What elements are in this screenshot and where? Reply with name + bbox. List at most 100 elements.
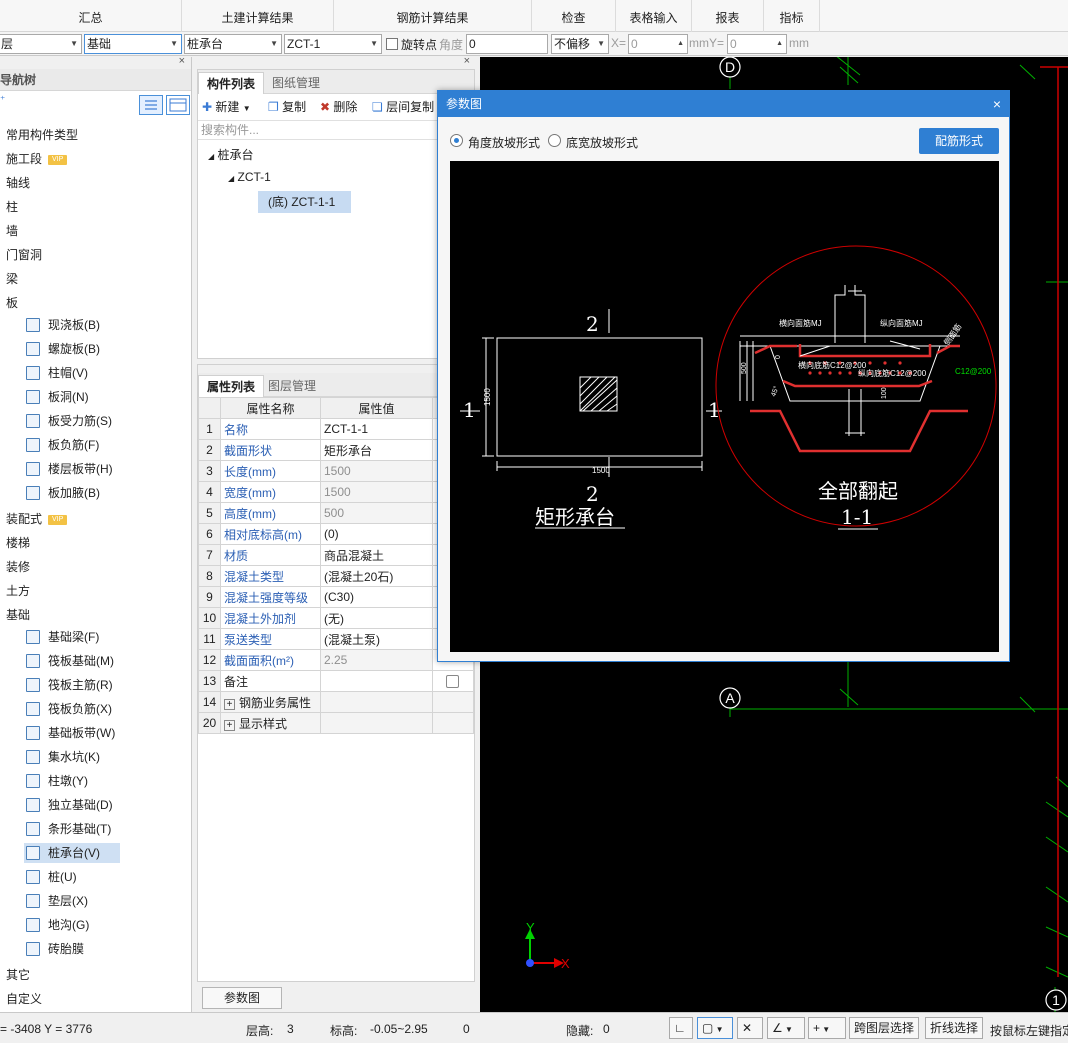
tab-layer-management[interactable]: 图层管理 — [260, 375, 324, 397]
nav-sub-pier[interactable]: 柱墩(Y) — [24, 771, 88, 791]
nav-sub-slab-neg-rebar[interactable]: 板负筋(F) — [24, 435, 99, 455]
expand-plus-icon[interactable]: + — [224, 719, 235, 731]
tree-leaf-selected[interactable]: (底) ZCT-1-1 — [258, 191, 351, 213]
tree-child[interactable]: ◢ ZCT-1 — [228, 170, 271, 184]
menu-rebar-results[interactable]: 钢筋计算结果 — [334, 0, 532, 32]
table-row[interactable]: 3 长度(mm) 1500 — [198, 460, 474, 482]
copy-button[interactable]: ❐ 复制 — [268, 96, 306, 118]
table-row[interactable]: 11 泵送类型 (混凝土泵) — [198, 628, 474, 650]
nav-item-wall[interactable]: 墙 — [6, 222, 18, 239]
cross-icon[interactable]: ✕ — [737, 1017, 763, 1039]
nav-sub-brick-mold[interactable]: 砖胎膜 — [24, 939, 84, 959]
nav-item-custom[interactable]: 自定义 — [6, 990, 42, 1007]
nav-item-construction-stage[interactable]: 施工段 VIP — [6, 150, 68, 167]
table-row[interactable]: 7 材质 商品混凝土 — [198, 544, 474, 566]
menu-report[interactable]: 报表 — [692, 0, 764, 32]
table-row[interactable]: 9 混凝土强度等级 (C30) — [198, 586, 474, 608]
nav-sub-column-cap[interactable]: 柱帽(V) — [24, 363, 88, 383]
prop-value[interactable] — [320, 670, 433, 692]
nav-sub-cast-slab[interactable]: 现浇板(B) — [24, 315, 100, 335]
component-select[interactable]: ZCT-1 ▼ — [284, 34, 382, 54]
table-row[interactable]: 12 截面面积(m²) 2.25 — [198, 649, 474, 671]
nav-sub-raft-main[interactable]: 筏板主筋(R) — [24, 675, 113, 695]
radio-angle-slope[interactable] — [450, 134, 463, 147]
prop-value[interactable]: 商品混凝土 — [320, 544, 433, 566]
table-row[interactable]: 6 相对底标高(m) (0) — [198, 523, 474, 545]
floor-copy-button[interactable]: ❏ 层间复制 — [372, 96, 434, 118]
close-icon[interactable]: × — [464, 55, 470, 67]
nav-item-earthwork[interactable]: 土方 — [6, 582, 30, 599]
menu-civil-results[interactable]: 土建计算结果 — [182, 0, 334, 32]
nav-sub-cushion[interactable]: 垫层(X) — [24, 891, 88, 911]
detail-view-icon[interactable] — [166, 95, 190, 115]
prop-value[interactable]: ZCT-1-1 — [320, 418, 433, 440]
prop-value[interactable]: 矩形承台 — [320, 439, 433, 461]
type-select[interactable]: 桩承台 ▼ — [184, 34, 282, 54]
cross-floor-select-button[interactable]: 跨图层选择 — [849, 1017, 920, 1039]
nav-sub-foundation-beam[interactable]: 基础梁(F) — [24, 627, 99, 647]
menu-check[interactable]: 检查 — [532, 0, 616, 32]
close-icon[interactable]: × — [993, 91, 1001, 117]
tab-properties[interactable]: 属性列表 — [198, 375, 265, 397]
radio-width-slope[interactable] — [548, 134, 561, 147]
new-button[interactable]: ✚ 新建 ▼ — [202, 96, 251, 120]
prop-group[interactable]: + 钢筋业务属性 — [220, 691, 321, 713]
nav-item-axis[interactable]: 轴线 — [6, 174, 30, 191]
nav-sub-slab-hole[interactable]: 板洞(N) — [24, 387, 89, 407]
menu-summary[interactable]: 汇总 — [0, 0, 182, 32]
nav-item-openings[interactable]: 门窗洞 — [6, 246, 42, 263]
delete-button[interactable]: ✖ 删除 — [320, 96, 357, 118]
nav-sub-slab-haunch[interactable]: 板加腋(B) — [24, 483, 100, 503]
nav-item-common[interactable]: 常用构件类型 — [6, 126, 78, 143]
nav-item-column[interactable]: 柱 — [6, 198, 18, 215]
nav-sub-trench[interactable]: 地沟(G) — [24, 915, 89, 935]
tab-drawing-management[interactable]: 图纸管理 — [264, 72, 328, 94]
component-search-input[interactable]: 搜索构件... — [198, 120, 474, 140]
rebar-form-button[interactable]: 配筋形式 — [919, 128, 999, 154]
angle-input[interactable]: 0 — [466, 34, 548, 54]
prop-value[interactable]: (混凝土泵) — [320, 628, 433, 650]
nav-sub-raft[interactable]: 筏板基础(M) — [24, 651, 114, 671]
nav-sub-sump[interactable]: 集水坑(K) — [24, 747, 100, 767]
remark-checkbox[interactable] — [446, 675, 459, 689]
nav-item-stairs[interactable]: 楼梯 — [6, 534, 30, 551]
prop-value[interactable]: (无) — [320, 607, 433, 629]
polyline-select-button[interactable]: 折线选择 — [925, 1017, 984, 1039]
category-select[interactable]: 基础 ▼ — [84, 34, 182, 54]
table-row[interactable]: 1 名称 ZCT-1-1 — [198, 418, 474, 440]
offset-select[interactable]: 不偏移 ▼ — [551, 34, 609, 54]
nav-item-decoration[interactable]: 装修 — [6, 558, 30, 575]
nav-sub-pile-cap[interactable]: 桩承台(V) — [24, 843, 120, 863]
table-row[interactable]: 8 混凝土类型 (混凝土20石) — [198, 565, 474, 587]
menu-indicator[interactable]: 指标 — [764, 0, 820, 32]
menu-table-input[interactable]: 表格输入 — [616, 0, 692, 32]
nav-item-slab[interactable]: 板 — [6, 294, 18, 311]
table-row[interactable]: 2 截面形状 矩形承台 — [198, 439, 474, 461]
nav-sub-slab-main-rebar[interactable]: 板受力筋(S) — [24, 411, 112, 431]
nav-sub-isolated-footing[interactable]: 独立基础(D) — [24, 795, 113, 815]
nav-sub-spiral-slab[interactable]: 螺旋板(B) — [24, 339, 100, 359]
snap-icon[interactable]: ▢ ▼ — [697, 1017, 733, 1039]
nav-item-other[interactable]: 其它 — [6, 966, 30, 983]
table-row[interactable]: 5 高度(mm) 500 — [198, 502, 474, 524]
table-row[interactable]: 14 + 钢筋业务属性 — [198, 691, 474, 713]
prop-value[interactable]: (混凝土20石) — [320, 565, 433, 587]
tree-root[interactable]: ◢ 桩承台 — [208, 146, 254, 163]
dim-snap-icon[interactable]: + ▼ — [808, 1017, 846, 1039]
angle-snap-icon[interactable]: ∠ ▼ — [767, 1017, 805, 1039]
nav-sub-floor-strip[interactable]: 楼层板带(H) — [24, 459, 113, 479]
prop-group[interactable]: + 显示样式 — [220, 712, 321, 734]
table-row[interactable]: 4 宽度(mm) 1500 — [198, 481, 474, 503]
expand-icon[interactable]: ⁺ — [0, 95, 10, 109]
nav-item-foundation[interactable]: 基础 — [6, 606, 30, 623]
close-icon[interactable]: × — [179, 55, 185, 67]
param-diagram-button[interactable]: 参数图 — [202, 987, 282, 1009]
y-input[interactable]: 0 ▲ — [727, 34, 787, 54]
tab-component-list[interactable]: 构件列表 — [198, 72, 265, 94]
table-row[interactable]: 10 混凝土外加剂 (无) — [198, 607, 474, 629]
floor-select[interactable]: 层 ▼ — [0, 34, 82, 54]
table-row[interactable]: 20 + 显示样式 — [198, 712, 474, 734]
list-view-icon[interactable] — [139, 95, 163, 115]
nav-item-beam[interactable]: 梁 — [6, 270, 18, 287]
nav-sub-strip-footing[interactable]: 条形基础(T) — [24, 819, 111, 839]
